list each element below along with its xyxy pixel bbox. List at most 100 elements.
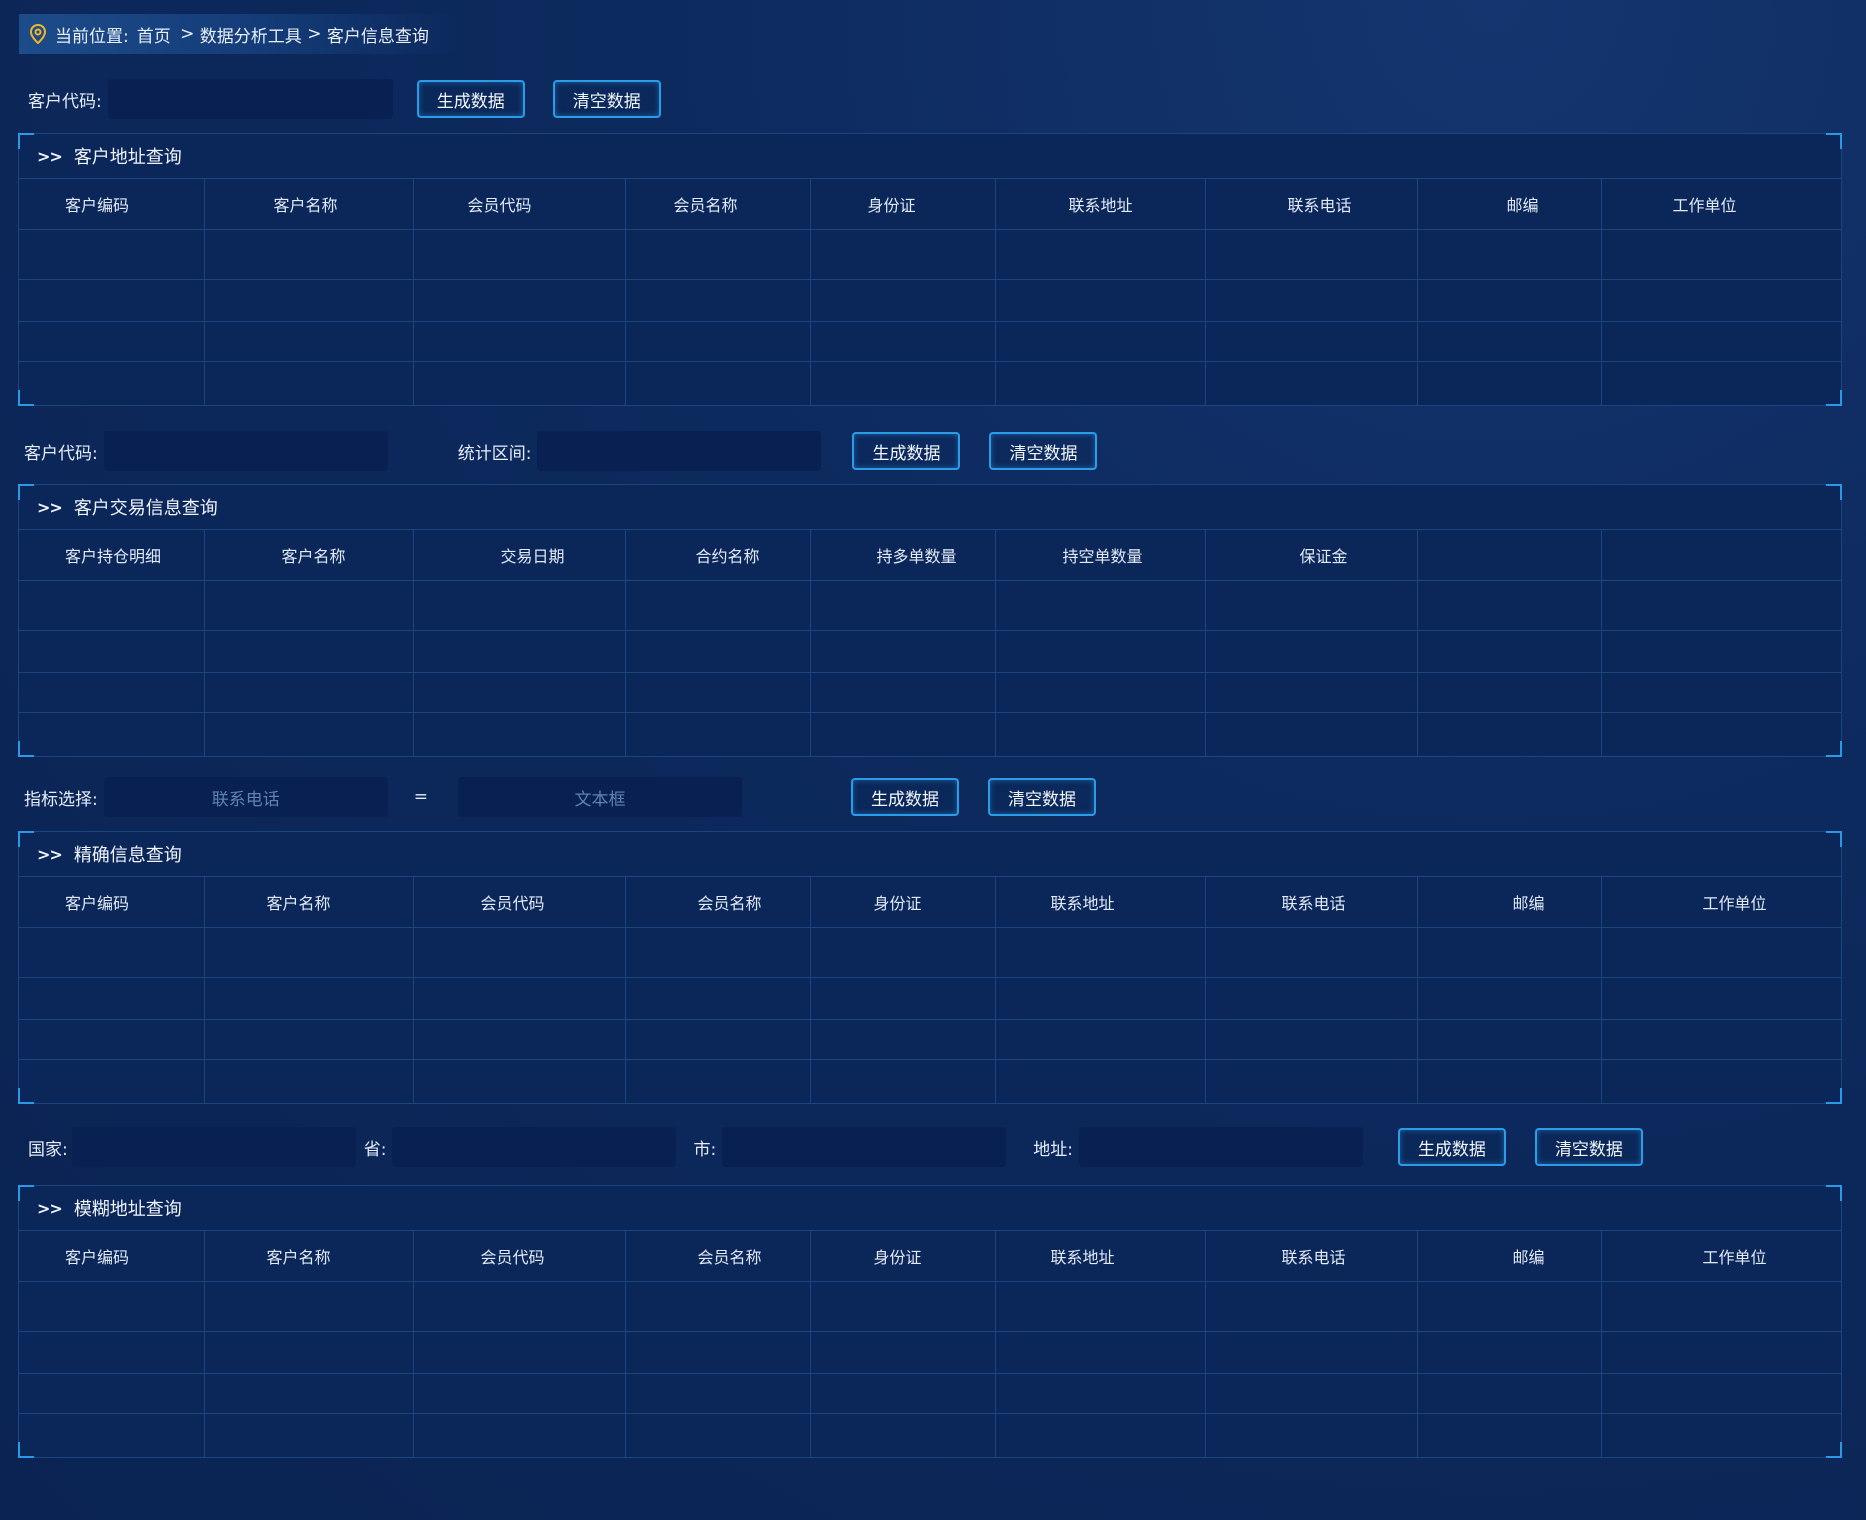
table-row — [19, 361, 1841, 405]
column-header[interactable]: 工作单位 — [1601, 1231, 1841, 1282]
double-chevron-icon: >> — [37, 497, 63, 517]
column-header — [1601, 530, 1841, 581]
column-header[interactable]: 交易日期 — [413, 530, 626, 581]
transaction-query-form: 客户代码: 统计区间: 生成数据 清空数据 — [24, 430, 1098, 472]
table-row — [19, 1373, 1841, 1414]
period-label: 统计区间: — [457, 443, 532, 464]
province-input[interactable] — [392, 1127, 677, 1167]
column-header[interactable]: 会员代码 — [413, 1231, 626, 1282]
column-header[interactable]: 客户名称 — [204, 1231, 414, 1282]
address-input[interactable] — [1078, 1127, 1363, 1167]
column-header[interactable]: 会员名称 — [625, 877, 811, 928]
column-header[interactable]: 联系地址 — [995, 1231, 1206, 1282]
panel-corner — [1826, 390, 1842, 406]
panel-corner — [18, 133, 34, 149]
address-query-form: 客户代码: 生成数据 清空数据 — [28, 78, 661, 120]
column-header[interactable]: 客户持仓明细 — [19, 530, 205, 581]
column-header[interactable]: 工作单位 — [1601, 179, 1841, 230]
indicator-select[interactable]: 联系电话 — [103, 777, 388, 817]
panel-corner — [18, 1088, 34, 1104]
column-header[interactable]: 客户编码 — [19, 1231, 205, 1282]
table-row — [19, 977, 1841, 1020]
double-chevron-icon: >> — [37, 146, 63, 166]
panel-corner — [18, 1442, 34, 1458]
equals-sign: = — [413, 787, 428, 807]
generate-data-button[interactable]: 生成数据 — [850, 778, 959, 816]
column-header[interactable]: 联系电话 — [1205, 877, 1418, 928]
column-header[interactable]: 合约名称 — [625, 530, 811, 581]
country-input[interactable] — [71, 1127, 356, 1167]
column-header[interactable]: 联系电话 — [1205, 1231, 1418, 1282]
column-header[interactable]: 客户编码 — [19, 179, 205, 230]
table-row — [19, 279, 1841, 322]
table-row — [19, 580, 1841, 631]
column-header[interactable]: 会员代码 — [413, 179, 626, 230]
column-header[interactable]: 客户名称 — [204, 530, 414, 581]
column-header[interactable]: 客户名称 — [204, 877, 414, 928]
column-header[interactable]: 客户编码 — [19, 877, 205, 928]
city-label: 市: — [693, 1139, 717, 1160]
table-header-row: 客户编码 客户名称 会员代码 会员名称 身份证 联系地址 联系电话 邮编 工作单… — [19, 877, 1841, 928]
column-header[interactable]: 会员代码 — [413, 877, 626, 928]
table-header-row: 客户编码 客户名称 会员代码 会员名称 身份证 联系地址 联系电话 邮编 工作单… — [19, 179, 1841, 230]
column-header[interactable]: 客户名称 — [204, 179, 414, 230]
generate-data-button[interactable]: 生成数据 — [1397, 1128, 1506, 1166]
indicator-label: 指标选择: — [24, 789, 98, 810]
double-chevron-icon: >> — [37, 844, 63, 864]
column-header[interactable]: 持多单数量 — [810, 530, 996, 581]
period-input[interactable] — [537, 431, 822, 471]
column-header[interactable]: 身份证 — [810, 1231, 996, 1282]
panel-title: >> 模糊地址查询 — [19, 1186, 1841, 1231]
customer-code-input[interactable] — [103, 431, 388, 471]
customer-code-label: 客户代码: — [24, 443, 98, 464]
breadcrumb-tools-link[interactable]: 数据分析工具 — [200, 22, 302, 47]
data-table: 客户编码 客户名称 会员代码 会员名称 身份证 联系地址 联系电话 邮编 工作单… — [19, 179, 1841, 405]
city-input[interactable] — [722, 1127, 1007, 1167]
panel-corner — [1826, 1088, 1842, 1104]
province-label: 省: — [363, 1139, 387, 1160]
precise-info-panel: >> 精确信息查询 客户编码 客户名称 会员代码 会员名称 身份证 联系地址 联系… — [18, 831, 1842, 1104]
panel-title-text: 客户交易信息查询 — [73, 498, 218, 519]
column-header[interactable]: 会员名称 — [625, 179, 811, 230]
panel-corner — [18, 1185, 34, 1201]
panel-corner — [1826, 484, 1842, 500]
panel-title-text: 客户地址查询 — [73, 147, 182, 168]
table-row — [19, 672, 1841, 713]
clear-data-button[interactable]: 清空数据 — [1534, 1128, 1643, 1166]
clear-data-button[interactable]: 清空数据 — [552, 80, 661, 118]
clear-data-button[interactable]: 清空数据 — [989, 432, 1098, 470]
column-header[interactable]: 身份证 — [810, 179, 996, 230]
column-header[interactable]: 联系地址 — [995, 877, 1206, 928]
table-row — [19, 630, 1841, 673]
generate-data-button[interactable]: 生成数据 — [416, 80, 525, 118]
customer-code-label: 客户代码: — [28, 91, 102, 112]
customer-code-input[interactable] — [107, 79, 393, 119]
column-header[interactable]: 联系地址 — [995, 179, 1206, 230]
location-pin-icon — [29, 24, 47, 44]
table-row — [19, 1059, 1841, 1103]
column-header[interactable]: 持空单数量 — [995, 530, 1206, 581]
panel-corner — [1826, 741, 1842, 757]
generate-data-button[interactable]: 生成数据 — [852, 432, 961, 470]
column-header[interactable]: 邮编 — [1417, 877, 1602, 928]
value-input[interactable]: 文本框 — [457, 777, 742, 817]
panel-corner — [18, 741, 34, 757]
breadcrumb-home-link[interactable]: 首页 — [137, 22, 171, 47]
table-header-row: 客户编码 客户名称 会员代码 会员名称 身份证 联系地址 联系电话 邮编 工作单… — [19, 1231, 1841, 1282]
data-table: 客户编码 客户名称 会员代码 会员名称 身份证 联系地址 联系电话 邮编 工作单… — [19, 877, 1841, 1103]
column-header[interactable]: 身份证 — [810, 877, 996, 928]
panel-corner — [1826, 1442, 1842, 1458]
column-header[interactable]: 会员名称 — [625, 1231, 811, 1282]
data-table: 客户持仓明细 客户名称 交易日期 合约名称 持多单数量 持空单数量 保证金 — [19, 530, 1841, 756]
panel-corner — [18, 484, 34, 500]
panel-corner — [1826, 1185, 1842, 1201]
column-header[interactable]: 邮编 — [1417, 179, 1602, 230]
clear-data-button[interactable]: 清空数据 — [987, 778, 1096, 816]
column-header[interactable]: 保证金 — [1205, 530, 1418, 581]
country-label: 国家: — [28, 1139, 68, 1160]
column-header[interactable]: 工作单位 — [1601, 877, 1841, 928]
breadcrumb-current: 客户信息查询 — [326, 26, 429, 47]
column-header[interactable]: 邮编 — [1417, 1231, 1602, 1282]
column-header[interactable]: 联系电话 — [1205, 179, 1418, 230]
fuzzy-address-panel: >> 模糊地址查询 客户编码 客户名称 会员代码 会员名称 身份证 联系地址 联系… — [18, 1185, 1842, 1458]
